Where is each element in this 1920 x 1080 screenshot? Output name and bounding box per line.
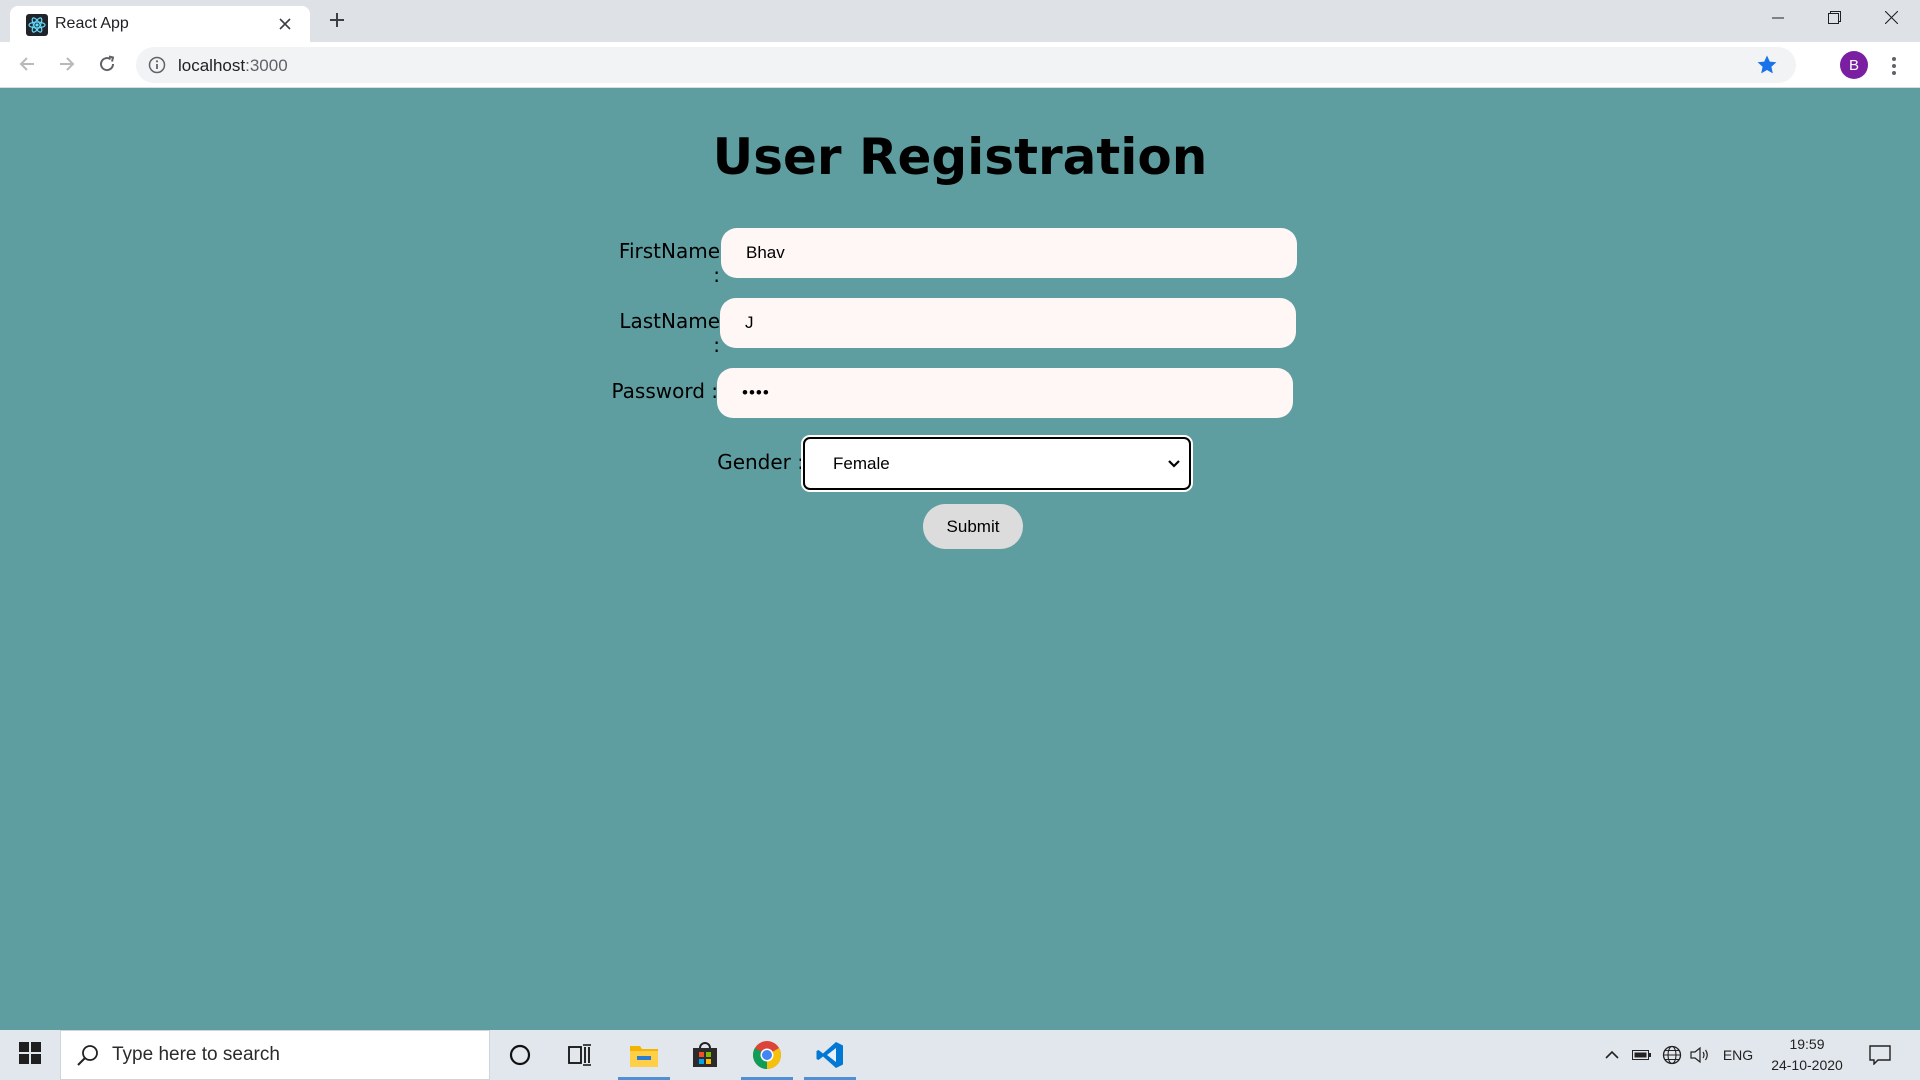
clock-time: 19:59 [1789,1036,1825,1052]
taskbar: Type here to search ENG 19:59 24-10-2020 [0,1030,1920,1080]
start-button[interactable] [0,1030,60,1080]
tab-strip: React App [0,0,1920,42]
gender-label: Gender : [717,450,804,474]
gender-select[interactable]: Female [803,437,1191,490]
task-view-icon[interactable] [552,1030,608,1080]
vscode-icon[interactable] [802,1030,858,1080]
address-bar[interactable]: localhost:3000 [136,47,1796,83]
profile-avatar[interactable]: B [1840,51,1868,79]
battery-icon[interactable] [1630,1030,1654,1080]
window-controls [1749,0,1920,40]
submit-button[interactable]: Submit [923,504,1023,549]
globe-icon[interactable] [1660,1030,1684,1080]
search-icon [76,1043,100,1067]
system-clock[interactable]: 19:59 24-10-2020 [1762,1034,1852,1076]
close-window-button[interactable] [1863,0,1920,40]
store-icon[interactable] [677,1030,733,1080]
tab-title: React App [55,15,129,32]
clock-date: 24-10-2020 [1771,1057,1843,1073]
search-placeholder: Type here to search [112,1044,280,1065]
windows-icon [19,1041,41,1069]
page-title: User Registration [712,128,1208,186]
close-icon [1884,10,1899,29]
react-icon [26,14,48,36]
restore-button[interactable] [1806,0,1863,40]
volume-icon[interactable] [1688,1030,1712,1080]
language-indicator[interactable]: ENG [1718,1030,1758,1080]
page-content: User Registration FirstName : Bhav LastN… [0,88,1920,1030]
browser-tab[interactable]: React App [10,6,310,42]
arrow-right-icon [58,55,76,78]
firstname-label: FirstName : [618,239,720,287]
notification-icon[interactable] [1865,1030,1895,1080]
firstname-input[interactable]: Bhav [721,228,1297,278]
url-host: localhost [178,56,246,75]
cortana-icon[interactable] [492,1030,548,1080]
browser-toolbar: localhost:3000 B [0,42,1920,88]
file-explorer-icon[interactable] [616,1030,672,1080]
new-tab-button[interactable] [324,9,350,35]
minimize-icon [1771,11,1784,29]
lastname-input[interactable]: J [720,298,1296,348]
password-label: Password : [611,379,718,403]
taskbar-search[interactable]: Type here to search [60,1030,490,1080]
lastname-label: LastName : [619,309,720,357]
restore-icon [1828,11,1841,29]
forward-button[interactable] [53,52,81,80]
minimize-button[interactable] [1749,0,1806,40]
url-text: localhost:3000 [178,56,288,76]
reload-button[interactable] [93,52,121,80]
url-port: :3000 [245,56,288,75]
back-button[interactable] [13,52,41,80]
kebab-icon[interactable] [1882,52,1906,80]
reload-icon [98,55,116,78]
chrome-icon[interactable] [739,1030,795,1080]
chevron-up-icon[interactable] [1600,1030,1624,1080]
star-icon[interactable] [1756,54,1778,76]
chevron-down-icon [1165,455,1183,473]
close-icon[interactable] [274,13,296,35]
arrow-left-icon [18,55,36,78]
plus-icon [329,12,345,33]
info-icon[interactable] [148,56,166,74]
password-input[interactable]: •••• [717,368,1293,418]
gender-selected-value: Female [833,453,890,473]
